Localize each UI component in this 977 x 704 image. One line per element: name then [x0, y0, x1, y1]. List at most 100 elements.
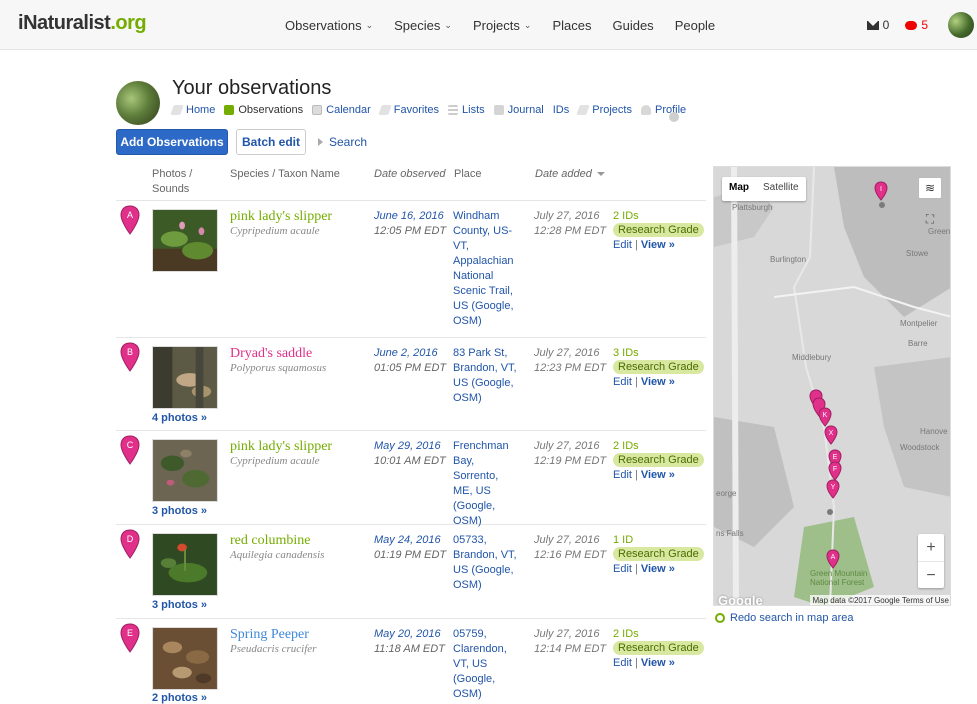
map-marker-icon[interactable]: D [120, 529, 140, 559]
view-link[interactable]: View » [641, 239, 675, 251]
photos-link[interactable]: 3 photos » [152, 599, 207, 611]
search-toggle[interactable]: Search [318, 135, 367, 149]
ids-count[interactable]: 2 IDs [613, 439, 639, 454]
map-marker-icon[interactable]: B [120, 342, 140, 372]
place-link[interactable]: 05733, Brandon, VT, US (Google, OSM) [453, 533, 519, 593]
header-date-observed[interactable]: Date observed [374, 167, 446, 182]
place-link[interactable]: 83 Park St, Brandon, VT, US (Google, OSM… [453, 346, 519, 406]
place-link[interactable]: Windham County, US-VT, Appalachian Natio… [453, 209, 519, 329]
view-link[interactable]: View » [641, 563, 675, 575]
edit-link[interactable]: Edit [613, 563, 632, 575]
map-place-label: Burlington [770, 255, 807, 264]
nav-projects[interactable]: Projects ⌄ [473, 18, 532, 33]
observation-photo[interactable] [152, 627, 218, 690]
date-observed-date[interactable]: June 2, 2016 [374, 346, 446, 361]
inaturalist-logo[interactable]: iNaturalist.org [18, 12, 147, 35]
subnav-calendar[interactable]: Calendar [312, 104, 371, 116]
subnav-lists[interactable]: Lists [448, 104, 485, 116]
observations-map[interactable]: Plattsburgh Burlington Stowe Montpelier … [713, 166, 951, 606]
marker-letter: B [127, 347, 133, 357]
subnav-home[interactable]: Home [170, 104, 215, 116]
map-pin-letter: I [880, 186, 882, 193]
edit-link[interactable]: Edit [613, 376, 632, 388]
photos-link[interactable]: 2 photos » [152, 692, 207, 704]
map-marker-icon[interactable]: C [120, 435, 140, 465]
header-date-added[interactable]: Date added [535, 167, 605, 182]
subnav-ids[interactable]: IDs [553, 104, 679, 122]
map-pin[interactable]: I [874, 181, 888, 201]
subnav-profile[interactable]: Profile [641, 104, 686, 116]
observation-photo[interactable] [152, 209, 218, 272]
observation-photo[interactable] [152, 533, 218, 596]
nav-people[interactable]: People [675, 18, 715, 33]
view-link[interactable]: View » [641, 469, 675, 481]
user-avatar[interactable] [948, 12, 974, 38]
table-row: A pink lady's slipper Cypripedium acaule… [116, 201, 706, 338]
date-observed-date[interactable]: May 24, 2016 [374, 533, 446, 548]
nav-species[interactable]: Species ⌄ [394, 18, 452, 33]
ids-count[interactable]: 3 IDs [613, 346, 639, 361]
date-observed-date[interactable]: May 29, 2016 [374, 439, 446, 454]
zoom-out-button[interactable]: − [918, 562, 944, 589]
common-name[interactable]: Dryad's saddle [230, 346, 312, 362]
map-credit[interactable]: Map data ©2017 Google Terms of Use [809, 595, 950, 605]
map-type-satellite[interactable]: Satellite [756, 177, 806, 201]
date-added-time: 12:19 PM EDT [534, 455, 607, 467]
date-observed-date[interactable]: June 16, 2016 [374, 209, 446, 224]
map-pin-letter: E [833, 454, 838, 461]
photos-link[interactable]: 3 photos » [152, 505, 207, 517]
profile-avatar[interactable] [116, 81, 160, 125]
table-row: C 3 photos » pink lady's slipper Cypripe… [116, 431, 706, 527]
edit-link[interactable]: Edit [613, 469, 632, 481]
subnav-journal[interactable]: Journal [493, 104, 544, 116]
map-pin[interactable]: K [818, 407, 832, 427]
common-name[interactable]: red columbine [230, 533, 310, 549]
map-pin[interactable]: A [826, 549, 840, 569]
add-observations-button[interactable]: Add Observations [116, 129, 228, 155]
photos-link[interactable]: 4 photos » [152, 412, 207, 424]
subnav-projects-label: Projects [592, 104, 632, 116]
date-observed-date[interactable]: May 20, 2016 [374, 627, 445, 642]
common-name[interactable]: pink lady's slipper [230, 209, 332, 225]
subnav-projects[interactable]: Projects [576, 104, 632, 116]
subnav-observations[interactable]: Observations [224, 104, 303, 116]
batch-edit-button[interactable]: Batch edit [236, 129, 306, 155]
nav-guides[interactable]: Guides [612, 18, 653, 33]
header-species[interactable]: Species / Taxon Name [230, 167, 340, 182]
map-marker-icon[interactable]: E [120, 623, 140, 653]
view-link[interactable]: View » [641, 376, 675, 388]
chevron-down-icon: ⌄ [365, 19, 374, 30]
redo-search-button[interactable]: Redo search in map area [715, 612, 854, 624]
map-pin[interactable]: Y [826, 479, 840, 499]
separator: | [634, 469, 638, 481]
marker-letter: C [127, 440, 134, 450]
chevron-down-icon: ⌄ [444, 19, 452, 30]
fullscreen-icon[interactable]: ⛶ [918, 207, 942, 231]
ids-count[interactable]: 2 IDs [613, 627, 639, 642]
layers-icon[interactable]: ≋ [918, 177, 942, 199]
map-terrain[interactable] [714, 167, 951, 606]
subnav-favorites[interactable]: Favorites [377, 104, 439, 116]
notifications-button[interactable]: 5 [905, 18, 928, 32]
place-link[interactable]: 05759, Clarendon, VT, US (Google, OSM) [453, 627, 519, 702]
nav-places[interactable]: Places [552, 18, 591, 33]
place-link[interactable]: Frenchman Bay, Sorrento, ME, US (Google,… [453, 439, 519, 529]
messages-button[interactable]: 0 [866, 18, 889, 32]
edit-link[interactable]: Edit [613, 239, 632, 251]
common-name[interactable]: Spring Peeper [230, 627, 309, 643]
map-pin[interactable]: X [824, 425, 838, 445]
map-pin[interactable]: F [828, 461, 842, 481]
map-type-map[interactable]: Map [722, 177, 756, 201]
zoom-in-button[interactable]: + [918, 534, 944, 561]
ids-count[interactable]: 2 IDs [613, 209, 639, 224]
user-menu: 0 5 [866, 0, 977, 50]
observations-icon [224, 105, 235, 115]
map-marker-icon[interactable]: A [120, 205, 140, 235]
nav-observations[interactable]: Observations ⌄ [285, 18, 373, 33]
common-name[interactable]: pink lady's slipper [230, 439, 332, 455]
observation-photo[interactable] [152, 346, 218, 409]
edit-link[interactable]: Edit [613, 657, 632, 669]
view-link[interactable]: View » [641, 657, 675, 669]
observation-photo[interactable] [152, 439, 218, 502]
ids-count[interactable]: 1 ID [613, 533, 633, 548]
